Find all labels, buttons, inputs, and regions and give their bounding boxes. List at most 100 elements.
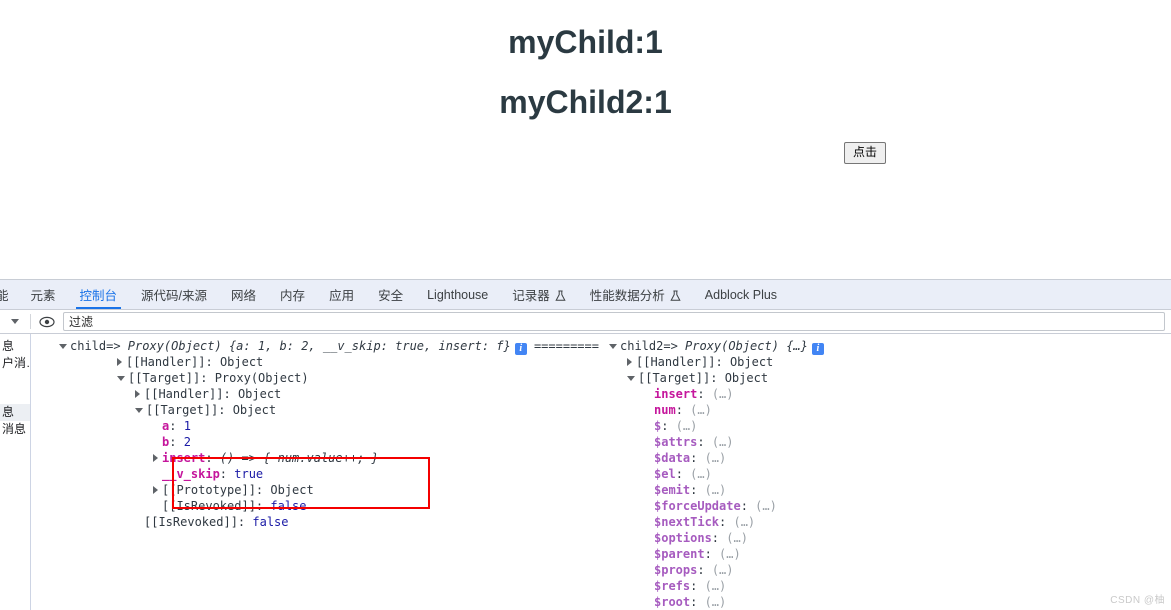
chevron-down-icon[interactable] [4,311,26,333]
console-token: [[Handler]] [636,355,716,369]
chevron-right-icon[interactable] [627,358,632,366]
console-row[interactable]: $props: (…) [609,562,824,578]
devtools-tab-7[interactable]: 安全 [366,280,415,309]
devtools-tab-label: 网络 [231,289,257,303]
eye-icon[interactable] [35,311,59,333]
devtools-tab-4[interactable]: 网络 [219,280,268,309]
console-sidebar-item-1[interactable]: 户消… [0,355,30,372]
console-sidebar-item-2[interactable]: 息 [0,404,30,421]
console-row[interactable]: num: (…) [609,402,824,418]
console-row[interactable]: [[IsRevoked]]: false [59,514,599,530]
console-row[interactable]: [[Handler]]: Object [59,354,599,370]
console-token: : [219,467,235,481]
devtools-tab-8[interactable]: Lighthouse [415,280,500,309]
chevron-right-icon[interactable] [135,390,140,398]
console-token: __v_skip [162,467,220,481]
devtools-tab-11[interactable]: Adblock Plus [693,280,789,309]
console-row[interactable]: $el: (…) [609,466,824,482]
console-token: [[Target]] [146,403,219,417]
console-token: $data [654,451,691,465]
devtools-tab-0[interactable]: 能 [0,280,19,309]
console-row[interactable]: [[Prototype]]: Object [59,482,599,498]
console-token: : [675,403,691,417]
console-row[interactable]: insert: () => { num.value++; } [59,450,599,466]
console-token: [[Target]] [128,371,201,385]
console-token: Object [270,483,314,497]
devtools-tab-label: 应用 [329,289,355,303]
console-token: false [252,515,289,529]
chevron-down-icon[interactable] [609,344,617,349]
console-token: : [711,531,727,545]
chevron-right-icon[interactable] [117,358,122,366]
console-row[interactable]: $forceUpdate: (…) [609,498,824,514]
console-row[interactable]: [[Target]]: Object [609,370,824,386]
console-token: $emit [654,483,691,497]
console-token: : [690,483,705,497]
chevron-down-icon[interactable] [117,376,125,381]
console-token: (…) [733,515,756,529]
devtools-tab-1[interactable]: 元素 [19,280,68,309]
console-token: insert [162,451,206,465]
console-token: [[Handler]] [144,387,224,401]
console-row[interactable]: $refs: (…) [609,578,824,594]
console-token: : [169,419,184,433]
chevron-down-icon[interactable] [135,408,143,413]
console-token: (…) [704,579,727,593]
devtools-tab-9[interactable]: 记录器 [500,280,578,309]
chevron-right-icon[interactable] [153,486,158,494]
console-token: (…) [704,483,727,497]
chevron-down-icon[interactable] [59,344,67,349]
console-row[interactable]: __v_skip: true [59,466,599,482]
devtools-tab-label: 能 [0,285,9,304]
click-button[interactable]: 点击 [844,142,887,164]
devtools-tab-3[interactable]: 源代码/来源 [129,280,219,309]
console-row[interactable]: $parent: (…) [609,546,824,562]
console-row[interactable]: $emit: (…) [609,482,824,498]
console-token: (…) [690,403,712,417]
console-row[interactable]: child2=> Proxy(Object) {…} i [609,338,824,355]
console-token: : [697,435,712,449]
console-row[interactable]: [[Target]]: Object [59,402,599,418]
console-token: Object [219,355,264,369]
devtools-tab-label: 源代码/来源 [141,289,208,303]
devtools-tab-label: 控制台 [79,289,118,303]
console-row[interactable]: $options: (…) [609,530,824,546]
console-row[interactable]: [[IsRevoked]]: false [59,498,599,514]
console-row[interactable]: b: 2 [59,434,599,450]
console-log-output[interactable]: child=> Proxy(Object) {a: 1, b: 2, __v_s… [31,334,1171,610]
console-token: : [740,499,756,513]
console-token: child2=> [620,339,686,353]
console-row[interactable]: $nextTick: (…) [609,514,824,530]
devtools-tab-5[interactable]: 内存 [268,280,317,309]
console-row[interactable]: $root: (…) [609,594,824,610]
console-row[interactable]: [[Handler]]: Object [609,354,824,370]
console-sidebar-item-3[interactable]: 消息 [0,421,30,438]
console-filter-input[interactable]: 过滤 [63,312,1165,331]
console-token: num [654,403,676,417]
console-row[interactable]: a: 1 [59,418,599,434]
info-icon[interactable]: i [811,343,824,355]
console-token: Object [232,403,277,417]
devtools-tab-10[interactable]: 性能数据分析 [578,280,693,309]
chevron-down-icon[interactable] [627,376,635,381]
chevron-right-icon[interactable] [153,454,158,462]
devtools-tab-2[interactable]: 控制台 [68,280,130,309]
console-token: child=> [70,339,128,353]
console-body: 息户消…息消息 child=> Proxy(Object) {a: 1, b: … [0,334,1171,610]
devtools-tab-6[interactable]: 应用 [317,280,366,309]
console-token: 2 [183,435,191,449]
console-row[interactable]: [[Target]]: Proxy(Object) [59,370,599,386]
info-icon[interactable]: i [514,343,527,355]
console-token: [[IsRevoked]] [162,499,256,513]
console-token: (…) [690,467,712,481]
console-row[interactable]: $data: (…) [609,450,824,466]
console-sidebar-item-0[interactable]: 息 [0,338,30,355]
console-row[interactable]: $: (…) [609,418,824,434]
console-row[interactable]: child=> Proxy(Object) {a: 1, b: 2, __v_s… [59,338,599,355]
console-token: Proxy(Object) [685,339,787,353]
console-token: $nextTick [654,515,720,529]
console-row[interactable]: $attrs: (…) [609,434,824,450]
console-row[interactable]: insert: (…) [609,386,824,402]
console-token: 1 [183,419,191,433]
console-row[interactable]: [[Handler]]: Object [59,386,599,402]
